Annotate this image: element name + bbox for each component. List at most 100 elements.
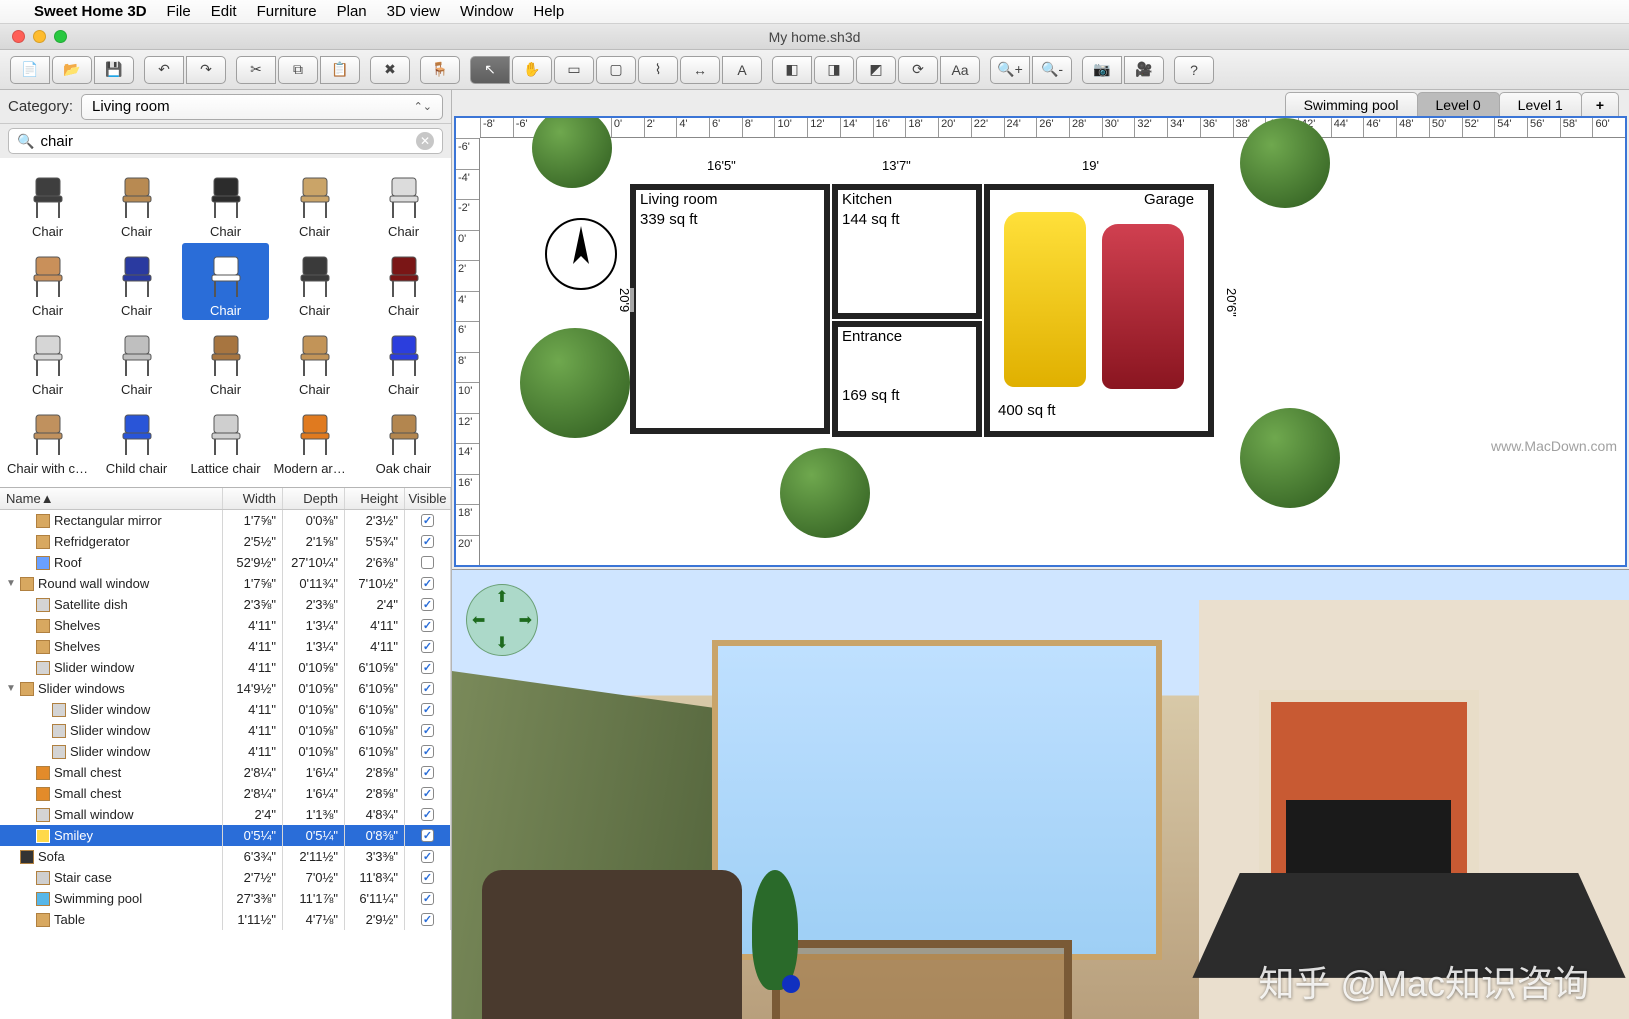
catalog-item[interactable]: Chair — [360, 243, 447, 320]
table-row[interactable]: Small window 2'4" 1'1⅜" 4'8¾" ✓ — [0, 804, 451, 825]
table-row[interactable]: Refridgerator 2'5½" 2'1⅝" 5'5¾" ✓ — [0, 531, 451, 552]
col-name[interactable]: Name ▲ — [0, 488, 223, 509]
zoom-window-icon[interactable] — [54, 30, 67, 43]
table-row[interactable]: Smiley 0'5¼" 0'5¼" 0'8⅜" ✓ — [0, 825, 451, 846]
nav-left-icon[interactable]: ⬅ — [472, 610, 485, 630]
catalog-item[interactable]: Chair — [182, 243, 269, 320]
nav-down-icon[interactable]: ⬇ — [495, 633, 508, 653]
catalog-item[interactable]: Chair — [182, 164, 269, 241]
table-row[interactable]: Shelves 4'11" 1'3¼" 4'11" ✓ — [0, 615, 451, 636]
table-row[interactable]: Stair case 2'7½" 7'0½" 11'8¾" ✓ — [0, 867, 451, 888]
visible-checkbox[interactable]: ✓ — [421, 640, 434, 653]
catalog-item[interactable]: Oak chair — [360, 401, 447, 478]
catalog-item[interactable]: Chair — [93, 243, 180, 320]
save-button[interactable]: 💾 — [94, 56, 134, 84]
catalog-item[interactable]: Chair — [4, 243, 91, 320]
table-row[interactable]: Roof 52'9½" 27'10¼" 2'6⅜" — [0, 552, 451, 573]
redo-button[interactable]: ↷ — [186, 56, 226, 84]
visible-checkbox[interactable]: ✓ — [421, 829, 434, 842]
add-level-button[interactable]: + — [1581, 92, 1619, 116]
catalog-item[interactable]: Chair — [93, 164, 180, 241]
col-depth[interactable]: Depth — [283, 488, 345, 509]
search-field[interactable]: 🔍 ✕ — [8, 128, 443, 154]
select-button[interactable]: ↖ — [470, 56, 510, 84]
table-row[interactable]: Small chest 2'8¼" 1'6¼" 2'8⅝" ✓ — [0, 783, 451, 804]
nav-right-icon[interactable]: ➡ — [519, 610, 532, 630]
compass-icon[interactable] — [545, 218, 617, 290]
new-button[interactable]: 📄 — [10, 56, 50, 84]
paste-button[interactable]: 📋 — [320, 56, 360, 84]
3d-view[interactable]: ⬆ ⬅➡ ⬇ 知乎 @Mac知识咨询 — [452, 570, 1629, 1019]
plan-view[interactable]: -8'-6'-4'-2'0'2'4'6'8'10'12'14'16'18'20'… — [454, 116, 1627, 567]
catalog-item[interactable]: Child chair — [93, 401, 180, 478]
menu-window[interactable]: Window — [460, 3, 513, 20]
catalog-item[interactable]: Chair — [4, 322, 91, 399]
category-dropdown[interactable]: Living room ⌃⌄ — [81, 94, 443, 120]
catalog-item[interactable]: Chair — [93, 322, 180, 399]
catalog-item[interactable]: Lattice chair — [182, 401, 269, 478]
visible-checkbox[interactable]: ✓ — [421, 787, 434, 800]
visible-checkbox[interactable]: ✓ — [421, 619, 434, 632]
table-row[interactable]: ▼ Slider windows 14'9½" 0'10⅝" 6'10⅝" ✓ — [0, 678, 451, 699]
level-tab[interactable]: Level 1 — [1499, 92, 1582, 116]
catalog-item[interactable]: Chair — [271, 322, 358, 399]
close-window-icon[interactable] — [12, 30, 25, 43]
visible-checkbox[interactable]: ✓ — [421, 766, 434, 779]
disclosure-icon[interactable]: ▼ — [6, 578, 16, 589]
visible-checkbox[interactable]: ✓ — [421, 892, 434, 905]
catalog-item[interactable]: Modern arm… — [271, 401, 358, 478]
plan-canvas[interactable]: www.MacDown.com Living room339 sq ftKitc… — [480, 138, 1625, 565]
add-furniture-button[interactable]: 🪑 — [420, 56, 460, 84]
catalog-item[interactable]: Chair with c… — [4, 401, 91, 478]
plan-3d-button[interactable]: ◧ — [772, 56, 812, 84]
table-row[interactable]: Shelves 4'11" 1'3¼" 4'11" ✓ — [0, 636, 451, 657]
visible-checkbox[interactable]: ✓ — [421, 535, 434, 548]
clear-search-icon[interactable]: ✕ — [416, 132, 434, 150]
visible-checkbox[interactable]: ✓ — [421, 808, 434, 821]
table-row[interactable]: Slider window 4'11" 0'10⅝" 6'10⅝" ✓ — [0, 657, 451, 678]
catalog-item[interactable]: Chair — [360, 322, 447, 399]
visible-checkbox[interactable]: ✓ — [421, 871, 434, 884]
delete-button[interactable]: ✖ — [370, 56, 410, 84]
visible-checkbox[interactable]: ✓ — [421, 577, 434, 590]
plan-2d-button[interactable]: ◨ — [814, 56, 854, 84]
polyline-button[interactable]: ⌇ — [638, 56, 678, 84]
plan-aa-button[interactable]: Aa — [940, 56, 980, 84]
cut-button[interactable]: ✂ — [236, 56, 276, 84]
wall-button[interactable]: ▭ — [554, 56, 594, 84]
visible-checkbox[interactable]: ✓ — [421, 661, 434, 674]
catalog-item[interactable]: Chair — [182, 322, 269, 399]
table-row[interactable]: Slider window 4'11" 0'10⅝" 6'10⅝" ✓ — [0, 699, 451, 720]
menu-furniture[interactable]: Furniture — [257, 3, 317, 20]
copy-button[interactable]: ⧉ — [278, 56, 318, 84]
nav-up-icon[interactable]: ⬆ — [495, 587, 508, 607]
menu-file[interactable]: File — [167, 3, 191, 20]
help-button[interactable]: ? — [1174, 56, 1214, 84]
minimize-window-icon[interactable] — [33, 30, 46, 43]
undo-button[interactable]: ↶ — [144, 56, 184, 84]
pan-button[interactable]: ✋ — [512, 56, 552, 84]
table-row[interactable]: Sofa 6'3¾" 2'11½" 3'3⅜" ✓ — [0, 846, 451, 867]
table-header[interactable]: Name ▲ Width Depth Height Visible — [0, 488, 451, 510]
visible-checkbox[interactable]: ✓ — [421, 514, 434, 527]
catalog-item[interactable]: Chair — [360, 164, 447, 241]
photo-button[interactable]: 📷 — [1082, 56, 1122, 84]
table-row[interactable]: Satellite dish 2'3⅝" 2'3⅜" 2'4" ✓ — [0, 594, 451, 615]
visible-checkbox[interactable]: ✓ — [421, 682, 434, 695]
catalog-item[interactable]: Chair — [4, 164, 91, 241]
visible-checkbox[interactable]: ✓ — [421, 850, 434, 863]
zoom-in-button[interactable]: 🔍+ — [990, 56, 1030, 84]
table-row[interactable]: Slider window 4'11" 0'10⅝" 6'10⅝" ✓ — [0, 720, 451, 741]
menu-plan[interactable]: Plan — [337, 3, 367, 20]
plan-rot-button[interactable]: ⟳ — [898, 56, 938, 84]
table-row[interactable]: Rectangular mirror 1'7⅝" 0'0⅜" 2'3½" ✓ — [0, 510, 451, 531]
table-row[interactable]: Table 1'11½" 4'7⅛" 2'9½" ✓ — [0, 909, 451, 930]
level-tab[interactable]: Level 0 — [1417, 92, 1500, 116]
menu-help[interactable]: Help — [533, 3, 564, 20]
table-row[interactable]: Small chest 2'8¼" 1'6¼" 2'8⅝" ✓ — [0, 762, 451, 783]
plan-cut-button[interactable]: ◩ — [856, 56, 896, 84]
open-button[interactable]: 📂 — [52, 56, 92, 84]
table-row[interactable]: Slider window 4'11" 0'10⅝" 6'10⅝" ✓ — [0, 741, 451, 762]
dimension-button[interactable]: ↔ — [680, 56, 720, 84]
disclosure-icon[interactable]: ▼ — [6, 683, 16, 694]
